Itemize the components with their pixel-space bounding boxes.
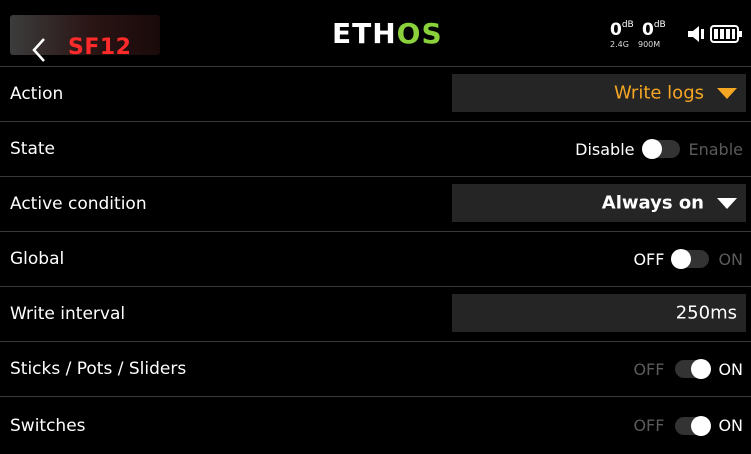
rssi-24-unit: dB	[621, 20, 634, 30]
status-area: 0dB 2.4G 0dB 900M	[600, 20, 745, 50]
active-condition-dropdown[interactable]: Always on	[452, 184, 746, 222]
switches-on-label: ON	[718, 416, 743, 435]
row-switches: Switches OFF ON	[0, 396, 751, 454]
sticks-off-label: OFF	[633, 359, 665, 379]
back-button[interactable]: SF12	[10, 15, 160, 62]
row-global: Global OFF ON	[0, 231, 751, 286]
write-interval-value: 250ms	[675, 302, 737, 324]
state-label: State	[10, 139, 55, 159]
switches-switch-knob	[691, 415, 712, 436]
row-active-condition: Active condition Always on	[0, 176, 751, 231]
write-interval-field[interactable]: 250ms	[452, 294, 746, 332]
rssi-24-value: 0dB	[610, 20, 634, 40]
rssi-900-value: 0dB	[642, 20, 666, 40]
global-switch-knob	[671, 249, 692, 269]
logo-suffix: OS	[396, 17, 443, 50]
chevron-down-icon	[717, 198, 737, 209]
global-toggle[interactable]: OFF ON	[633, 245, 743, 273]
global-switch[interactable]	[669, 247, 713, 271]
row-sticks: Sticks / Pots / Sliders OFF ON	[0, 341, 751, 396]
active-condition-label: Active condition	[10, 194, 147, 214]
ethos-logo: ETHOS	[332, 19, 443, 49]
action-value: Write logs	[613, 82, 704, 104]
switches-label: Switches	[10, 415, 86, 436]
state-on-label: Enable	[688, 139, 744, 159]
write-interval-label: Write interval	[10, 304, 126, 324]
action-label: Action	[10, 84, 64, 104]
state-toggle[interactable]: Disable Enable	[575, 135, 743, 163]
sticks-switch-knob	[691, 359, 712, 379]
sticks-on-label: ON	[718, 359, 743, 379]
row-write-interval: Write interval 250ms	[0, 286, 751, 341]
state-switch[interactable]	[640, 137, 684, 161]
sticks-toggle[interactable]: OFF ON	[633, 355, 743, 383]
global-label: Global	[10, 249, 65, 269]
logo-prefix: ETH	[332, 17, 397, 50]
battery-icon	[710, 25, 742, 43]
rssi-900-unit: dB	[653, 20, 666, 30]
global-on-label: ON	[718, 249, 743, 269]
switches-toggle[interactable]: OFF ON	[633, 412, 743, 440]
global-off-label: OFF	[633, 249, 665, 269]
row-state: State Disable Enable	[0, 121, 751, 176]
sticks-switch[interactable]	[669, 357, 713, 381]
row-action: Action Write logs	[0, 66, 751, 121]
switches-switch[interactable]	[669, 414, 713, 438]
rssi-900-label: 900M	[638, 40, 661, 49]
speaker-icon	[688, 26, 704, 42]
sticks-label: Sticks / Pots / Sliders	[10, 359, 187, 379]
header-bar: SF12 ETHOS 0dB 2.4G 0dB 900M	[0, 0, 751, 66]
page-title: SF12	[68, 35, 132, 60]
chevron-down-icon	[717, 88, 737, 99]
back-chevron-icon	[32, 38, 45, 62]
rssi-24-label: 2.4G	[610, 40, 629, 49]
state-off-label: Disable	[575, 139, 635, 159]
switches-off-label: OFF	[633, 416, 665, 435]
screen: SF12 ETHOS 0dB 2.4G 0dB 900M Action Writ…	[0, 0, 751, 454]
active-condition-value: Always on	[601, 192, 704, 214]
action-dropdown[interactable]: Write logs	[452, 74, 746, 112]
